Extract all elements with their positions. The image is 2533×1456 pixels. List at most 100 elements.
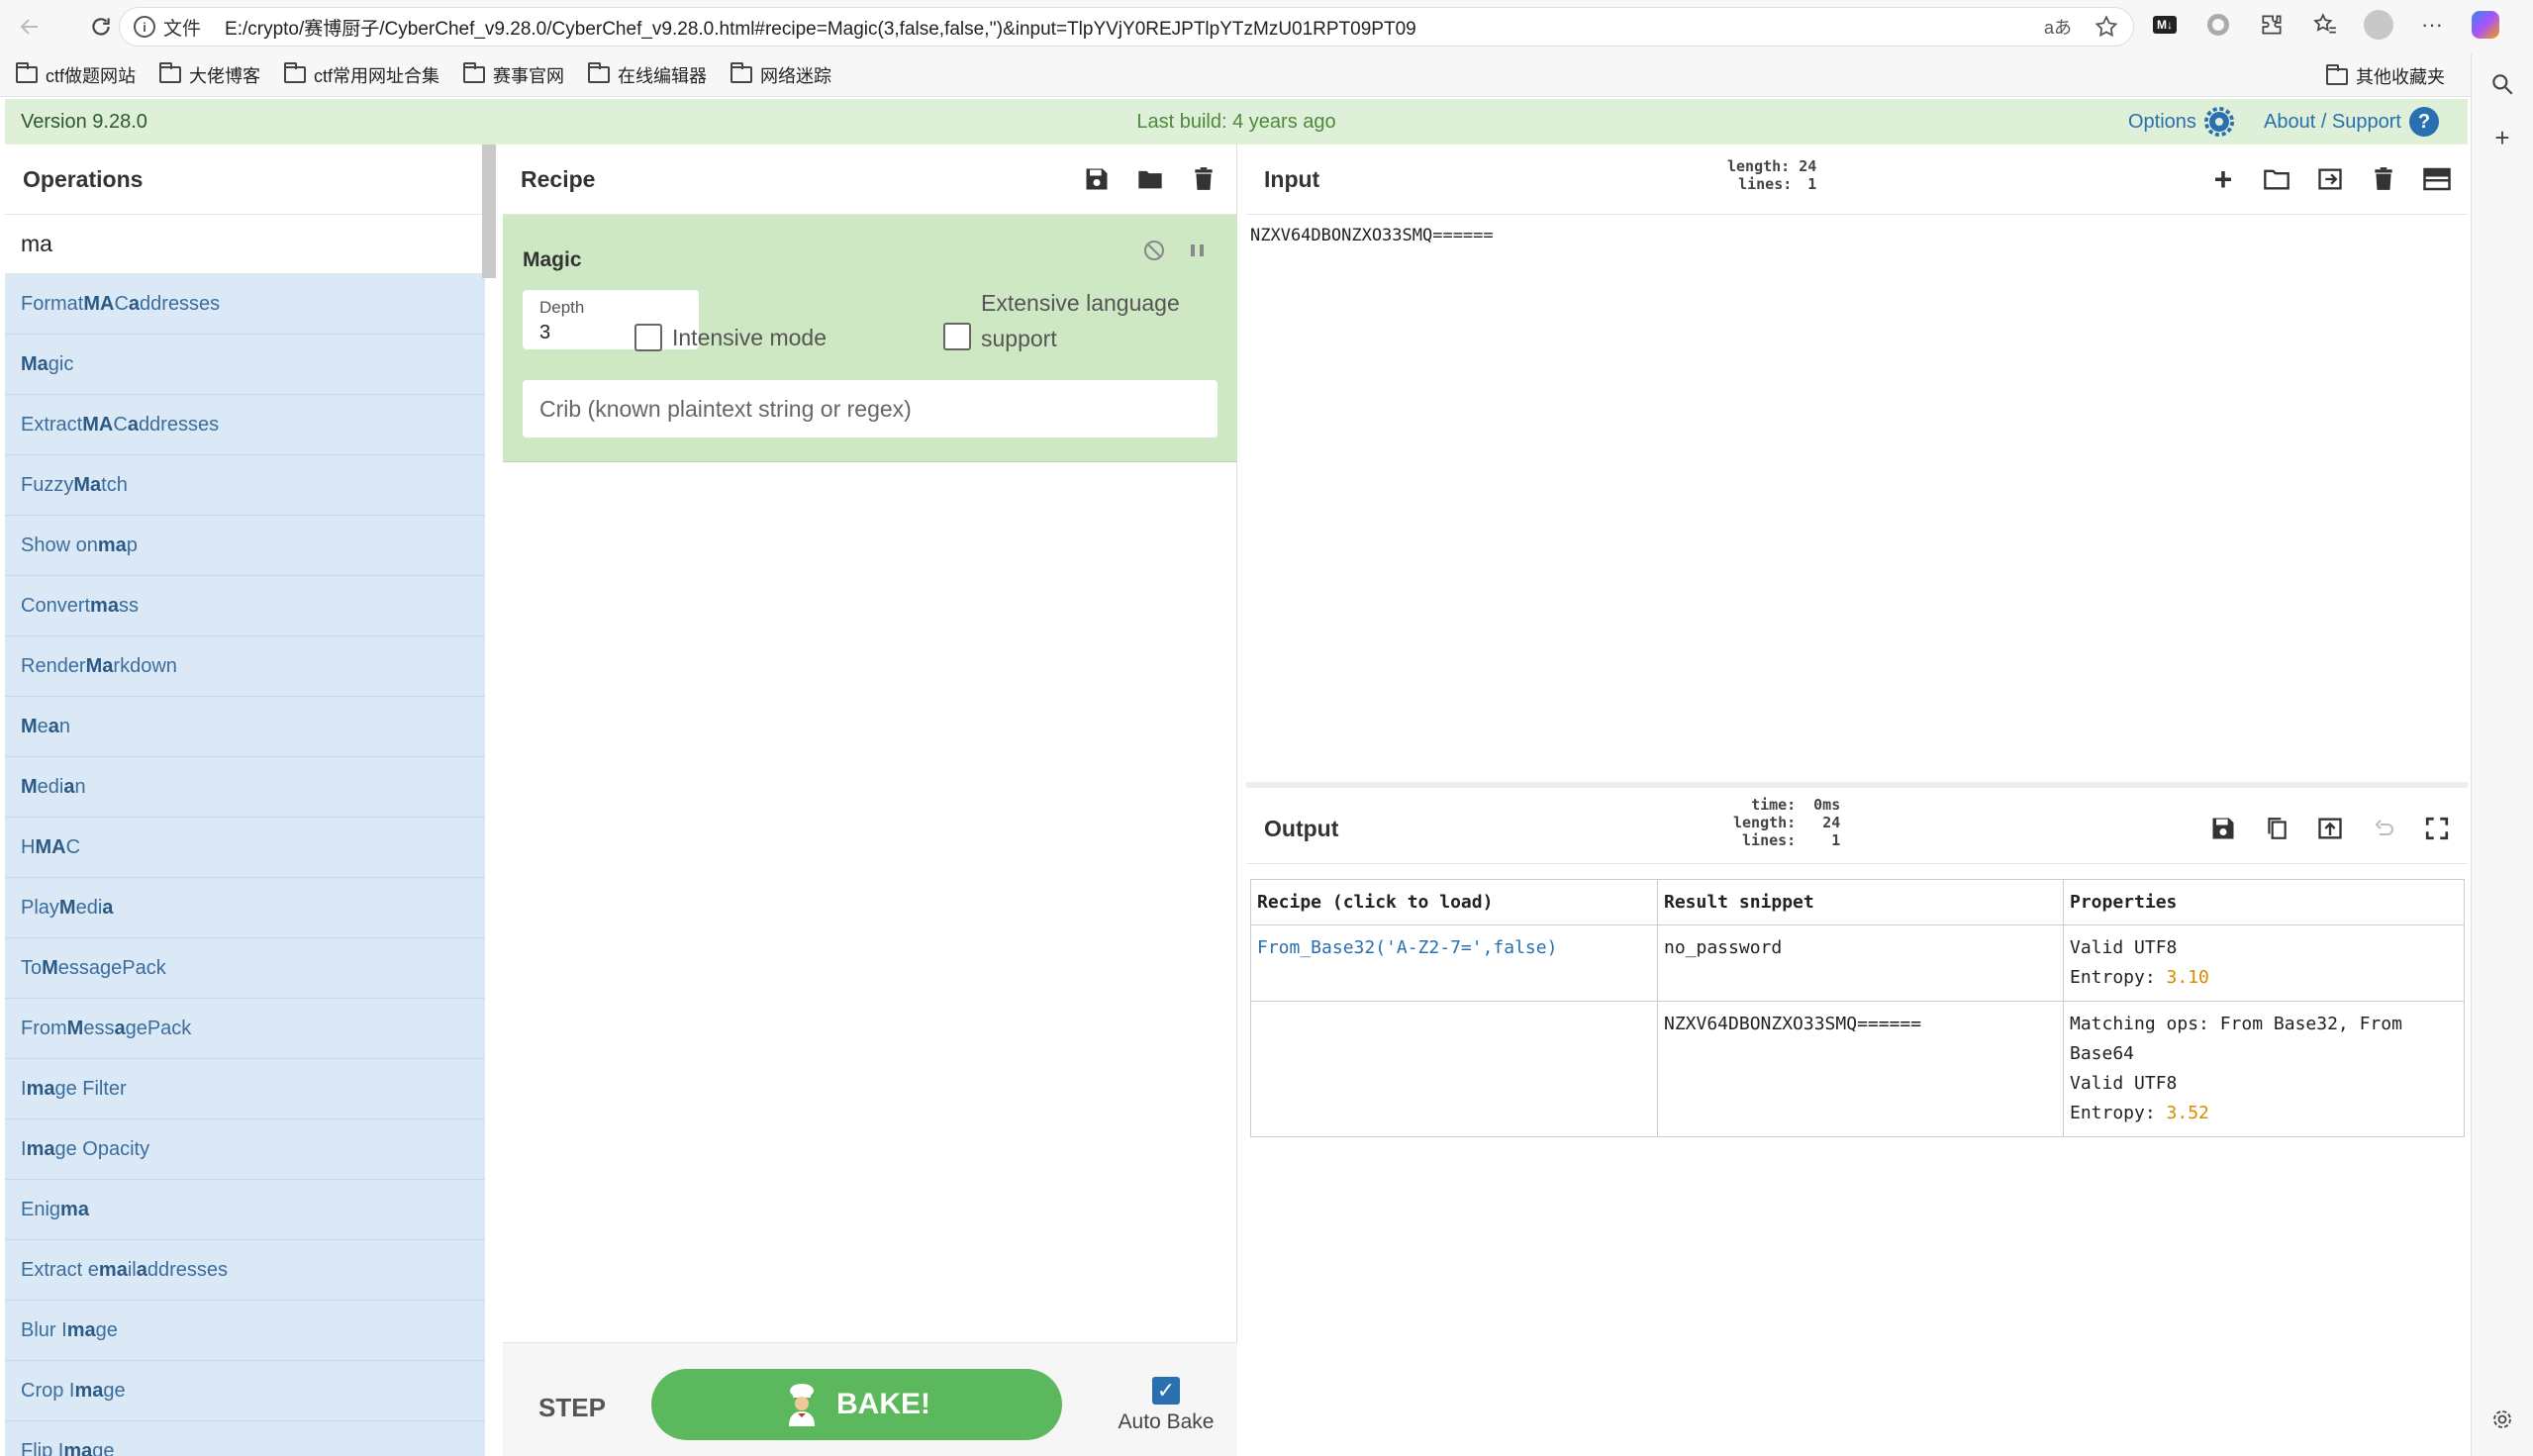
operation-list-item[interactable]: Render Ma rkdown xyxy=(5,636,485,697)
operation-list-item[interactable]: Convert ma ss xyxy=(5,576,485,636)
op-text: ge xyxy=(95,1318,118,1341)
info-icon[interactable]: i xyxy=(134,16,155,38)
operation-list-item[interactable]: Ima ge Opacity xyxy=(5,1119,485,1180)
auto-bake-option[interactable]: ✓ Auto Bake xyxy=(1112,1377,1220,1434)
folder-open-icon[interactable] xyxy=(1133,162,1167,196)
save-icon[interactable] xyxy=(1080,162,1114,196)
operation-list-item[interactable]: Play Medi a xyxy=(5,878,485,938)
operation-list-item[interactable]: Crop Ima ge xyxy=(5,1361,485,1421)
url-text[interactable]: E:/crypto/赛博厨子/CyberChef_v9.28.0/CyberCh… xyxy=(225,14,1416,41)
gear-icon xyxy=(2203,107,2234,137)
extensive-language-option[interactable]: Extensive language support xyxy=(943,285,1180,356)
input-text-area[interactable]: NZXV64DBONZXO33SMQ====== xyxy=(1250,226,1494,245)
bake-button[interactable]: BAKE! xyxy=(651,1369,1062,1440)
other-bookmarks-folder[interactable]: 其他收藏夹 xyxy=(2326,63,2445,89)
intensive-mode-checkbox[interactable] xyxy=(634,324,662,351)
favorite-star-icon[interactable] xyxy=(2094,14,2119,46)
address-bar[interactable]: i 文件 E:/crypto/赛博厨子/CyberChef_v9.28.0/Cy… xyxy=(119,7,2134,47)
more-menu-icon[interactable]: ··· xyxy=(2415,8,2449,42)
op-text: Enig xyxy=(21,1198,61,1220)
operation-list-item[interactable]: Extract MA C a ddresses xyxy=(5,395,485,455)
copy-icon[interactable] xyxy=(2260,812,2293,845)
bookmark-folder[interactable]: 大佬博客 xyxy=(159,62,260,88)
operation-list-item[interactable]: Enig ma xyxy=(5,1180,485,1240)
operation-list-item[interactable]: Medi a n xyxy=(5,757,485,818)
time-label: time: xyxy=(1751,796,1797,814)
operation-list-item[interactable]: Mean xyxy=(5,697,485,757)
recipe-link[interactable]: From_Base32('A-Z2-7=',false) xyxy=(1257,937,1557,958)
op-text: Format xyxy=(21,292,84,315)
operation-list-item[interactable]: Ima ge Filter xyxy=(5,1059,485,1119)
folder-icon xyxy=(159,62,182,83)
bake-label: BAKE! xyxy=(836,1388,930,1420)
add-tab-icon[interactable]: + xyxy=(2206,161,2240,197)
recipe-cell xyxy=(1250,1001,1658,1137)
op-text: n xyxy=(74,775,86,798)
extensive-language-checkbox[interactable] xyxy=(943,323,971,350)
recipe-cell[interactable]: From_Base32('A-Z2-7=',false) xyxy=(1250,924,1658,1002)
folder-icon xyxy=(16,62,38,83)
match-highlight: M xyxy=(21,775,38,798)
extension-md-icon[interactable]: M↓ xyxy=(2148,8,2182,42)
bookmark-folder[interactable]: 在线编辑器 xyxy=(588,62,707,88)
depth-value[interactable]: 3 xyxy=(539,322,550,344)
extensions-puzzle-icon[interactable] xyxy=(2255,8,2289,42)
operation-list-item[interactable]: Flip Ima ge xyxy=(5,1421,485,1456)
op-text: gic xyxy=(48,352,74,375)
disable-icon[interactable] xyxy=(1142,239,1166,267)
replace-input-icon[interactable] xyxy=(2313,812,2347,845)
recipe-panel: Recipe Magic Depth 3 Intensive mode Exte… xyxy=(503,145,1237,1456)
op-text: tch xyxy=(101,473,128,496)
profile-avatar-icon[interactable] xyxy=(2362,8,2395,42)
bookmark-folder[interactable]: 网络迷踪 xyxy=(731,62,831,88)
trash-icon[interactable] xyxy=(1187,162,1220,196)
operation-list-item[interactable]: Fuzzy Ma tch xyxy=(5,455,485,516)
reset-layout-icon[interactable] xyxy=(2420,162,2454,196)
open-folder-icon[interactable] xyxy=(2260,162,2293,196)
open-file-icon[interactable] xyxy=(2313,162,2347,196)
op-text: H xyxy=(21,835,36,858)
property-line: Matching ops: From Base32, From xyxy=(2070,1014,2402,1034)
operations-search[interactable] xyxy=(5,215,484,274)
clear-input-trash-icon[interactable] xyxy=(2367,162,2400,196)
operation-list-item[interactable]: H MA C xyxy=(5,818,485,878)
operation-list-item[interactable]: Show on ma p xyxy=(5,516,485,576)
crib-input[interactable]: Crib (known plaintext string or regex) xyxy=(523,380,1218,437)
operation-list-item[interactable]: From Mess a gePack xyxy=(5,999,485,1059)
bookmark-folder[interactable]: ctf常用网址合集 xyxy=(284,62,439,88)
operation-list-item[interactable]: Format MA C a ddresses xyxy=(5,274,485,335)
intensive-mode-option[interactable]: Intensive mode xyxy=(634,320,827,355)
search-input[interactable] xyxy=(5,215,484,273)
operation-list-item[interactable]: Ma gic xyxy=(5,335,485,395)
bookmark-label: 大佬博客 xyxy=(189,65,261,86)
extensive-label-line1: Extensive language xyxy=(981,290,1180,316)
settings-gear-icon[interactable] xyxy=(2487,1405,2517,1434)
maximize-icon[interactable] xyxy=(2420,812,2454,845)
copilot-icon[interactable] xyxy=(2469,8,2502,42)
bookmark-folder[interactable]: 赛事官网 xyxy=(463,62,564,88)
search-icon[interactable] xyxy=(2487,69,2517,99)
about-support-link[interactable]: About / Support ? xyxy=(2264,107,2439,137)
save-output-icon[interactable] xyxy=(2206,812,2240,845)
magic-operation: Magic Depth 3 Intensive mode Extensive l… xyxy=(503,215,1237,462)
operation-list-item[interactable]: To MessagePack xyxy=(5,938,485,999)
auto-bake-checkbox[interactable]: ✓ xyxy=(1152,1377,1180,1405)
output-panel: Output time: 0ms length: 24 lines: 1 Rec… xyxy=(1246,794,2468,1456)
op-text: edi xyxy=(75,896,103,919)
favorites-icon[interactable] xyxy=(2308,8,2342,42)
bookmark-folder[interactable]: ctf做题网站 xyxy=(16,62,136,88)
op-text: Blur I xyxy=(21,1318,67,1341)
back-arrow-icon[interactable] xyxy=(12,9,48,45)
undo-icon[interactable] xyxy=(2367,812,2400,845)
pause-icon[interactable] xyxy=(1188,239,1208,267)
extension-circle-icon[interactable] xyxy=(2201,8,2235,42)
read-aloud-icon[interactable]: aあ xyxy=(2044,14,2072,46)
operations-scrollbar[interactable] xyxy=(482,145,496,278)
options-link[interactable]: Options xyxy=(2128,107,2234,137)
reload-icon[interactable] xyxy=(83,9,119,45)
add-icon[interactable]: + xyxy=(2487,123,2517,152)
step-button[interactable]: STEP xyxy=(538,1393,606,1423)
column-header-properties: Properties xyxy=(2063,879,2465,925)
operation-list-item[interactable]: Extract e ma il a ddresses xyxy=(5,1240,485,1301)
operation-list-item[interactable]: Blur Ima ge xyxy=(5,1301,485,1361)
